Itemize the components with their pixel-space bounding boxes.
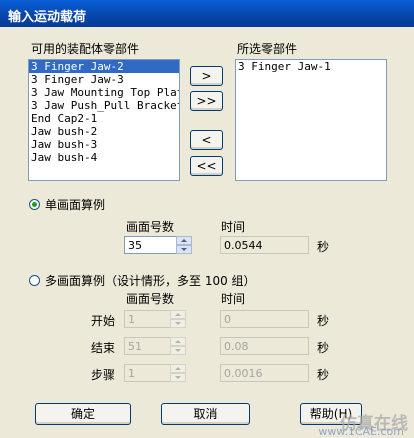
- step-label: 步骤: [91, 368, 116, 382]
- spin-down-icon: [170, 373, 186, 382]
- spin-down-icon: [170, 319, 186, 328]
- multi-frame-number-header: 画面号数: [126, 292, 175, 306]
- spin-down-icon[interactable]: [176, 245, 192, 254]
- multi-frame-radio[interactable]: [29, 275, 40, 286]
- spin-up-icon[interactable]: [176, 236, 192, 245]
- selected-components-label: 所选零部件: [237, 42, 298, 56]
- frame-number-input[interactable]: 35: [124, 236, 178, 254]
- list-item[interactable]: Jaw bush-4: [29, 151, 179, 164]
- step-frame-spinner: [170, 364, 186, 382]
- add-button[interactable]: >: [190, 66, 223, 86]
- end-frame-spinner: [170, 337, 186, 355]
- multi-frame-label: 多画面算例（设计情形，多至 100 组）: [45, 274, 256, 288]
- list-item[interactable]: 3 Jaw Push_Pull Bracket-1: [29, 99, 179, 112]
- end-time-unit: 秒: [317, 341, 330, 355]
- spin-up-icon: [170, 310, 186, 319]
- window-title: 输入运动载荷: [8, 10, 87, 25]
- watermark-url: www.1CAE.com: [318, 425, 404, 438]
- step-time-input: 0.0016: [220, 364, 309, 382]
- add-all-button[interactable]: >>: [190, 91, 223, 111]
- start-frame-spinner: [170, 310, 186, 328]
- available-components-label: 可用的装配体零部件: [31, 42, 140, 56]
- end-label: 结束: [91, 341, 116, 355]
- frame-number-spinner[interactable]: [176, 236, 192, 254]
- spin-up-icon: [170, 337, 186, 346]
- single-frame-label: 单画面算例: [45, 198, 106, 212]
- list-item[interactable]: 3 Finger Jaw-1: [236, 60, 386, 73]
- selected-components-list[interactable]: 3 Finger Jaw-1: [235, 59, 387, 181]
- end-time-input: 0.08: [220, 337, 309, 355]
- time-unit-label: 秒: [317, 240, 330, 254]
- remove-button[interactable]: <: [190, 130, 223, 150]
- single-time-header: 时间: [221, 220, 246, 234]
- spin-up-icon: [170, 364, 186, 373]
- cancel-button[interactable]: 取消: [161, 403, 250, 425]
- list-item[interactable]: 3 Finger Jaw-2: [29, 60, 179, 73]
- list-item[interactable]: 3 Finger Jaw-3: [29, 73, 179, 86]
- ok-button[interactable]: 确定: [35, 403, 131, 425]
- start-label: 开始: [91, 314, 116, 328]
- spin-down-icon: [170, 346, 186, 355]
- start-time-unit: 秒: [317, 314, 330, 328]
- single-frame-number-header: 画面号数: [126, 220, 175, 234]
- list-item[interactable]: Jaw bush-3: [29, 138, 179, 151]
- available-components-list[interactable]: 3 Finger Jaw-2 3 Finger Jaw-3 3 Jaw Moun…: [28, 59, 180, 181]
- list-item[interactable]: End Cap2-1: [29, 112, 179, 125]
- step-time-unit: 秒: [317, 368, 330, 382]
- start-time-input: 0: [220, 310, 309, 328]
- multi-time-header: 时间: [221, 292, 246, 306]
- title-bar[interactable]: 输入运动载荷: [0, 0, 414, 27]
- single-frame-radio[interactable]: [29, 199, 40, 210]
- list-item[interactable]: Jaw bush-2: [29, 125, 179, 138]
- remove-all-button[interactable]: <<: [190, 156, 223, 176]
- time-field: 0.0544: [220, 236, 309, 254]
- list-item[interactable]: 3 Jaw Mounting Top Plate-: [29, 86, 179, 99]
